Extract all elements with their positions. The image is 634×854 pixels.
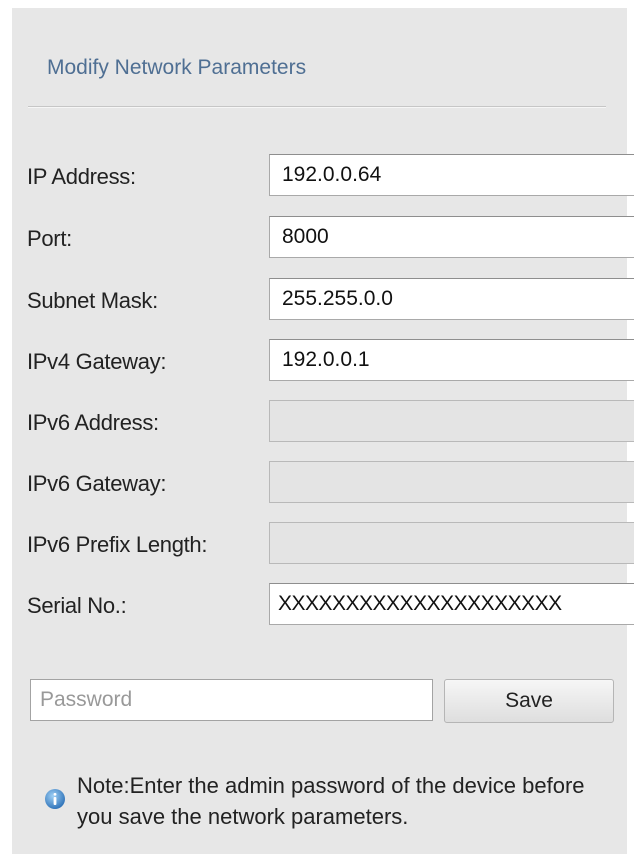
ipv6-address-input [269, 400, 634, 442]
ipv6-prefix-length-input [269, 522, 634, 564]
ipv6-gateway-input [269, 461, 634, 503]
ipv6-gateway-label: IPv6 Gateway: [27, 471, 167, 496]
info-icon [45, 789, 65, 809]
ipv6-address-label: IPv6 Address: [27, 410, 159, 435]
modify-network-panel: Modify Network Parameters IP Address: 19… [12, 8, 634, 854]
panel-title: Modify Network Parameters [47, 56, 307, 79]
port-label: Port: [27, 226, 72, 251]
serial-number-row: Serial No.: XXXXXXXXXXXXXXXXXXXXX [12, 583, 634, 627]
subnet-mask-input[interactable]: 255.255.0.0 [269, 278, 634, 320]
ipv4-gateway-label: IPv4 Gateway: [27, 349, 167, 374]
serial-number-label: Serial No.: [27, 593, 127, 618]
port-input[interactable]: 8000 [269, 216, 634, 258]
ipv6-gateway-row: IPv6 Gateway: [12, 461, 634, 505]
subnet-mask-label: Subnet Mask: [27, 288, 158, 313]
ipv6-prefix-length-row: IPv6 Prefix Length: [12, 522, 634, 566]
ipv6-address-row: IPv6 Address: [12, 400, 634, 444]
serial-number-input[interactable]: XXXXXXXXXXXXXXXXXXXXX [269, 583, 634, 625]
ipv4-gateway-input[interactable]: 192.0.0.1 [269, 339, 634, 381]
subnet-mask-row: Subnet Mask: 255.255.0.0 [12, 278, 634, 322]
ipv4-gateway-row: IPv4 Gateway: 192.0.0.1 [12, 339, 634, 383]
title-divider [28, 106, 606, 108]
ip-address-label: IP Address: [27, 164, 136, 189]
save-button[interactable]: Save [444, 679, 614, 723]
ip-address-input[interactable]: 192.0.0.64 [269, 154, 634, 196]
ip-address-row: IP Address: 192.0.0.64 [12, 154, 634, 198]
ipv6-prefix-length-label: IPv6 Prefix Length: [27, 532, 208, 557]
note-text: Note:Enter the admin password of the dev… [77, 773, 585, 829]
port-row: Port: 8000 [12, 216, 634, 260]
password-input[interactable]: Password [30, 679, 433, 721]
